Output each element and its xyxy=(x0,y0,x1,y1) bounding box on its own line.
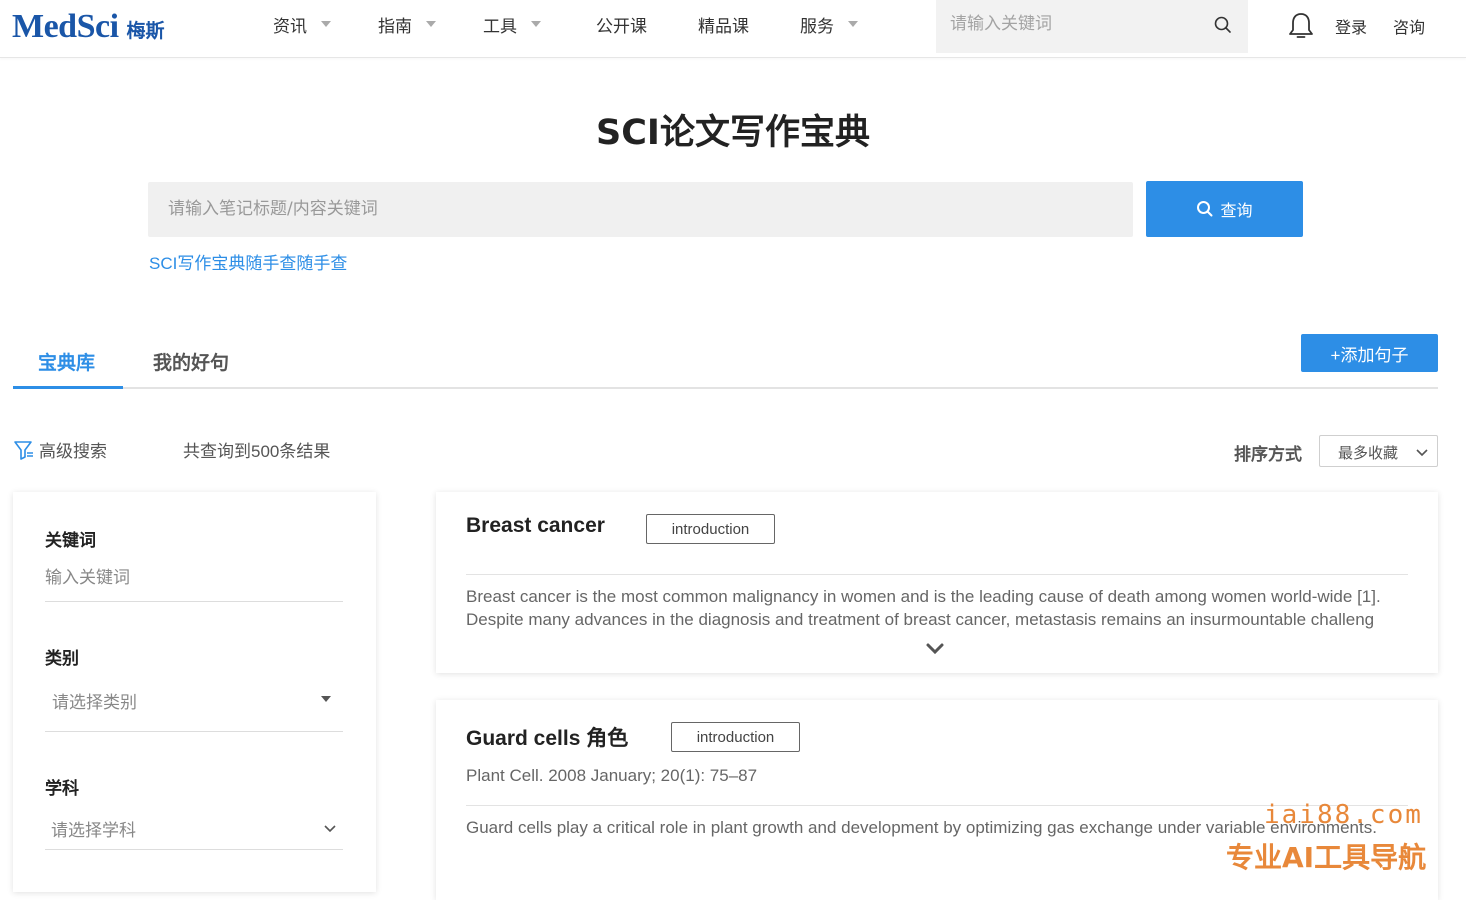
card-tag[interactable]: introduction xyxy=(671,722,800,752)
nav-item-tools[interactable]: 工具 xyxy=(483,0,541,48)
sort-select[interactable]: 最多收藏 xyxy=(1319,435,1438,467)
nav-item-news[interactable]: 资讯 xyxy=(273,0,331,48)
category-label: 类别 xyxy=(45,649,79,668)
header-search xyxy=(936,0,1248,53)
caret-down-icon xyxy=(531,21,541,27)
medsci-logo[interactable]: MedSci 梅斯 xyxy=(12,8,165,48)
page-title: SCI论文写作宝典 xyxy=(596,113,870,153)
nav-label: 工具 xyxy=(483,16,517,36)
search-icon[interactable] xyxy=(1213,15,1233,35)
chevron-down-icon xyxy=(324,825,336,833)
consult-link[interactable]: 咨询 xyxy=(1393,14,1425,38)
tabs-divider xyxy=(13,387,1438,389)
add-sentence-button[interactable]: +添加句子 xyxy=(1301,334,1438,372)
caret-down-icon xyxy=(321,696,331,702)
bell-icon[interactable] xyxy=(1287,11,1315,41)
header-search-input[interactable] xyxy=(950,10,1200,38)
subject-label: 学科 xyxy=(45,779,79,798)
nav-label: 精品课 xyxy=(698,16,749,36)
keyword-input[interactable] xyxy=(45,568,305,588)
keyword-label: 关键词 xyxy=(45,531,96,550)
nav-label: 指南 xyxy=(378,16,412,36)
nav-item-guides[interactable]: 指南 xyxy=(378,0,436,48)
card-text-line: Despite many advances in the diagnosis a… xyxy=(466,610,1375,629)
sentence-card[interactable]: Breast cancer introduction Breast cancer… xyxy=(436,492,1438,673)
search-icon xyxy=(1197,201,1213,217)
query-button[interactable]: 查询 xyxy=(1146,181,1303,237)
nav-label: 资讯 xyxy=(273,16,307,36)
subject-select[interactable]: 请选择学科 xyxy=(45,816,343,850)
login-link[interactable]: 登录 xyxy=(1335,14,1367,38)
nav-label: 服务 xyxy=(800,16,834,36)
caret-down-icon xyxy=(848,21,858,27)
category-select[interactable]: 请选择类别 xyxy=(45,686,343,732)
top-header: MedSci 梅斯 资讯 指南 工具 公开课 精品课 服务 登录 咨询 xyxy=(0,0,1466,58)
advanced-search-label: 高级搜索 xyxy=(39,442,107,461)
nav-item-services[interactable]: 服务 xyxy=(800,0,858,48)
logo-subtext: 梅斯 xyxy=(126,20,165,42)
caret-down-icon xyxy=(426,21,436,27)
watermark-tagline: 专业AI工具导航 xyxy=(1226,841,1427,874)
advanced-search-toggle[interactable]: 高级搜索 xyxy=(13,437,107,462)
chevron-down-icon xyxy=(1416,449,1428,457)
filter-icon xyxy=(14,440,33,460)
card-source: Plant Cell. 2008 January; 20(1): 75–87 xyxy=(466,766,758,785)
subject-placeholder: 请选择学科 xyxy=(51,821,136,840)
card-tag[interactable]: introduction xyxy=(646,514,775,544)
nav-label: 公开课 xyxy=(596,16,647,36)
card-text-line: Breast cancer is the most common maligna… xyxy=(466,587,1381,606)
main-search-input[interactable] xyxy=(168,195,1068,223)
result-count: 共查询到500条结果 xyxy=(183,442,331,461)
nav-item-premium-courses[interactable]: 精品课 xyxy=(698,0,749,48)
tab-my-sentences[interactable]: 我的好句 xyxy=(153,348,229,375)
sort-value: 最多收藏 xyxy=(1338,445,1399,462)
query-button-label: 查询 xyxy=(1220,203,1253,220)
sort-label: 排序方式 xyxy=(1234,445,1302,464)
watermark-url: iai88.com xyxy=(1264,800,1423,830)
tab-library[interactable]: 宝典库 xyxy=(38,348,95,375)
main-search-box xyxy=(148,182,1133,237)
card-divider xyxy=(466,574,1408,575)
caret-down-icon xyxy=(321,21,331,27)
filter-sidebar: 关键词 类别 请选择类别 学科 请选择学科 xyxy=(13,492,376,892)
logo-text: MedSci xyxy=(12,8,119,45)
card-title: Guard cells 角色 xyxy=(466,727,629,750)
keyword-field xyxy=(45,568,343,602)
nav-item-open-courses[interactable]: 公开课 xyxy=(596,0,647,48)
active-tab-indicator xyxy=(13,386,123,389)
quick-lookup-link[interactable]: SCI写作宝典随手查随手查 xyxy=(149,249,347,274)
card-title: Breast cancer xyxy=(466,514,605,537)
category-placeholder: 请选择类别 xyxy=(52,693,137,712)
expand-chevron-icon[interactable] xyxy=(925,642,945,656)
